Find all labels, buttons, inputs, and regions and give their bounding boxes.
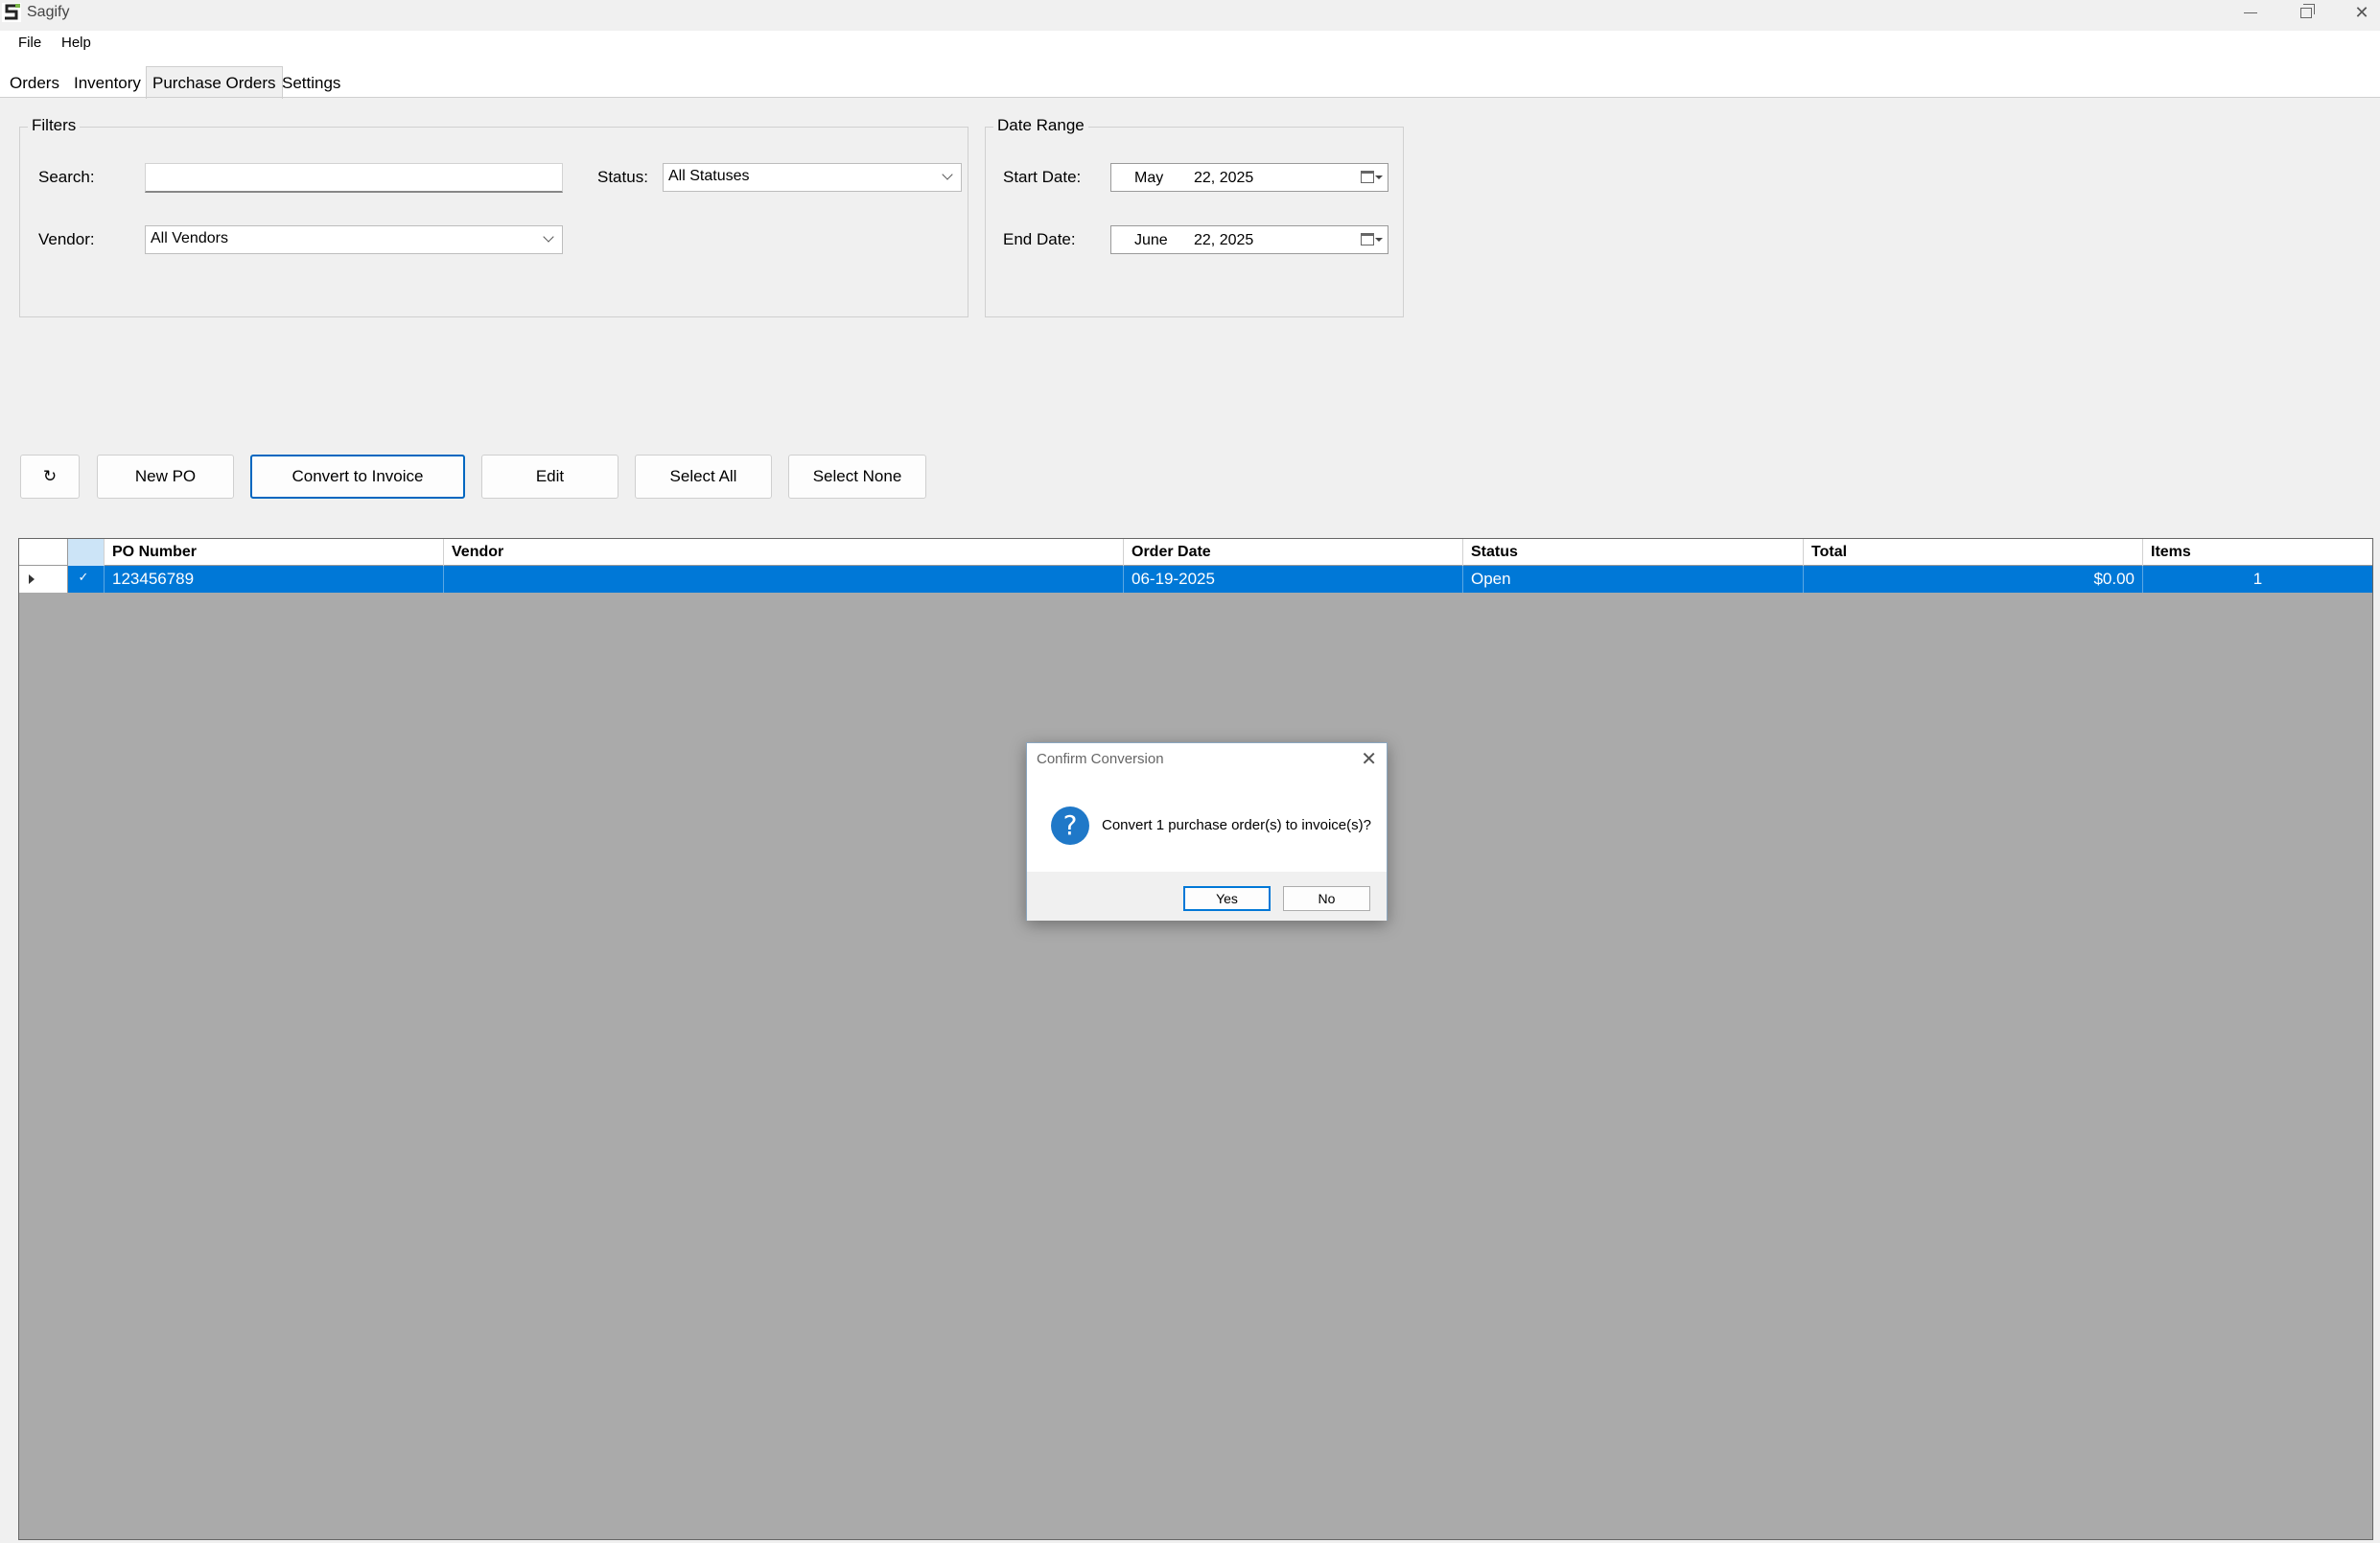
start-date-month: May	[1134, 170, 1164, 186]
start-date-day-year: 22, 2025	[1194, 170, 1254, 186]
cell-vendor[interactable]	[444, 566, 1124, 593]
restore-icon	[2300, 4, 2315, 18]
vendor-value: All Vendors	[151, 230, 228, 246]
column-header-items[interactable]: Items	[2143, 539, 2372, 566]
title-bar: Sagify ✕	[0, 0, 2380, 26]
refresh-icon: ↻	[42, 467, 58, 485]
status-value: All Statuses	[668, 168, 750, 184]
cell-po-number[interactable]: 123456789	[105, 566, 444, 593]
chevron-down-icon	[543, 231, 554, 243]
date-range-legend: Date Range	[993, 116, 1088, 135]
menu-file[interactable]: File	[18, 35, 41, 51]
question-icon: ?	[1051, 807, 1089, 845]
tab-strip: Orders Inventory Purchase Orders Setting…	[0, 54, 2380, 99]
minimize-button[interactable]	[2223, 0, 2278, 26]
row-header[interactable]	[19, 566, 68, 593]
select-all-button[interactable]: Select All	[635, 455, 772, 499]
filters-group: Filters Search: Status: All Statuses Ven…	[19, 116, 968, 317]
current-row-arrow-icon	[29, 574, 35, 584]
confirm-conversion-dialog: Confirm Conversion ✕ ? Convert 1 purchas…	[1026, 742, 1388, 921]
column-header-select[interactable]	[68, 539, 105, 566]
dropdown-arrow-icon	[1375, 175, 1383, 179]
dialog-close-button[interactable]: ✕	[1361, 747, 1377, 771]
calendar-icon	[1361, 171, 1374, 183]
row-header-corner	[19, 539, 68, 566]
cell-items[interactable]: 1	[2143, 566, 2372, 593]
close-icon: ✕	[1361, 749, 1377, 770]
select-none-button[interactable]: Select None	[788, 455, 926, 499]
filters-legend: Filters	[28, 116, 81, 135]
tab-settings[interactable]: Settings	[276, 70, 346, 97]
no-button[interactable]: No	[1283, 886, 1370, 911]
refresh-button[interactable]: ↻	[20, 455, 80, 499]
cell-order-date[interactable]: 06-19-2025	[1124, 566, 1463, 593]
column-header-status[interactable]: Status	[1463, 539, 1804, 566]
close-icon: ✕	[2354, 3, 2369, 22]
cell-status[interactable]: Open	[1463, 566, 1804, 593]
status-dropdown[interactable]: All Statuses	[663, 163, 962, 192]
column-header-vendor[interactable]: Vendor	[444, 539, 1124, 566]
restore-button[interactable]	[2278, 0, 2334, 26]
end-date-picker[interactable]: June 22, 2025	[1110, 225, 1388, 254]
start-date-label: Start Date:	[1003, 168, 1082, 186]
status-label: Status:	[597, 168, 648, 186]
column-header-order-date[interactable]: Order Date	[1124, 539, 1463, 566]
table-row[interactable]: ✓ 123456789 06-19-2025 Open $0.00 1	[19, 566, 2372, 593]
yes-button[interactable]: Yes	[1183, 886, 1271, 911]
vendor-dropdown[interactable]: All Vendors	[145, 225, 563, 254]
window-title: Sagify	[27, 4, 70, 20]
dialog-message: Convert 1 purchase order(s) to invoice(s…	[1102, 817, 1371, 833]
menu-bar: File Help	[0, 31, 2380, 54]
edit-button[interactable]: Edit	[481, 455, 618, 499]
end-date-day-year: 22, 2025	[1194, 232, 1254, 248]
dialog-title: Confirm Conversion	[1037, 751, 1164, 767]
date-range-group: Date Range Start Date: May 22, 2025 End …	[985, 116, 1404, 317]
search-input[interactable]	[145, 163, 563, 193]
cell-total[interactable]: $0.00	[1804, 566, 2143, 593]
chevron-down-icon	[942, 169, 953, 180]
end-date-month: June	[1134, 232, 1168, 248]
search-label: Search:	[38, 168, 95, 186]
row-select-checkbox[interactable]: ✓	[68, 566, 105, 593]
dropdown-arrow-icon	[1375, 238, 1383, 242]
column-header-po-number[interactable]: PO Number	[105, 539, 444, 566]
convert-to-invoice-button[interactable]: Convert to Invoice	[250, 455, 465, 499]
vendor-label: Vendor:	[38, 230, 95, 248]
purchase-orders-grid[interactable]: PO Number Vendor Order Date Status Total…	[18, 538, 2373, 1540]
end-date-label: End Date:	[1003, 230, 1076, 248]
minimize-icon	[2244, 12, 2257, 13]
grid-header: PO Number Vendor Order Date Status Total…	[19, 539, 2372, 566]
new-po-button[interactable]: New PO	[97, 455, 234, 499]
tab-purchase-orders[interactable]: Purchase Orders	[146, 66, 283, 99]
app-logo-icon	[2, 3, 21, 22]
start-date-picker[interactable]: May 22, 2025	[1110, 163, 1388, 192]
calendar-icon	[1361, 233, 1374, 245]
close-window-button[interactable]: ✕	[2334, 0, 2380, 26]
tab-orders[interactable]: Orders	[4, 70, 65, 97]
tab-divider	[0, 97, 2380, 98]
tab-inventory[interactable]: Inventory	[68, 70, 147, 97]
checkmark-icon: ✓	[78, 570, 89, 584]
menu-help[interactable]: Help	[61, 35, 91, 51]
column-header-total[interactable]: Total	[1804, 539, 2143, 566]
